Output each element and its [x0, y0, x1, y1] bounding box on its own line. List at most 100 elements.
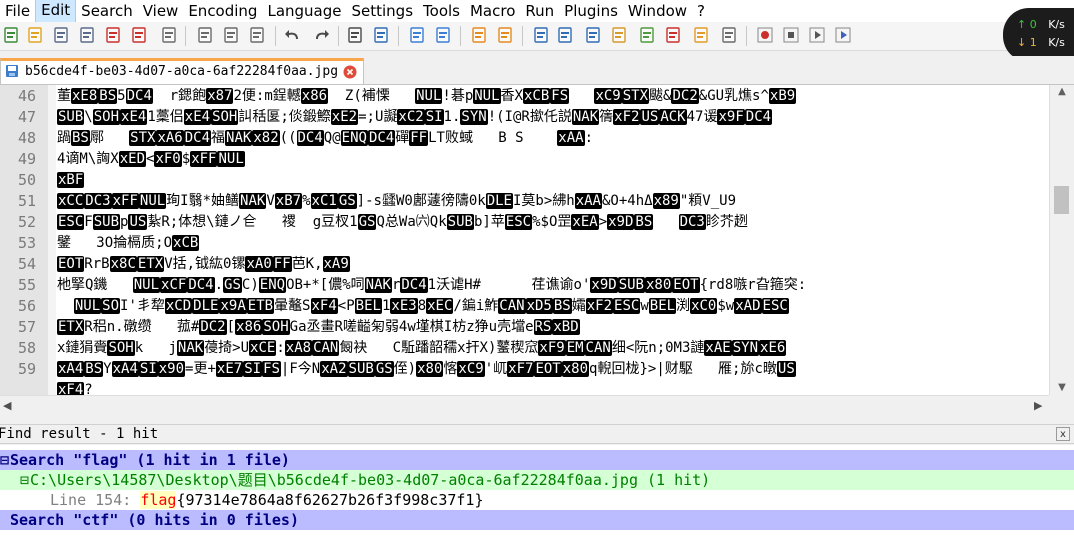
text-segment: 眕芥趔: [705, 214, 748, 230]
editor-area[interactable]: 46 董xE8 BS5DC4 r鍶飽x872便:m鋥轗x86 Z(補慄 NUL!碁p…: [0, 85, 1056, 395]
panel-splitter[interactable]: [0, 413, 1074, 424]
search-hit-line[interactable]: Line 154: flag{97314e7864a8f62627b26f3f9…: [0, 490, 1074, 510]
record-macro-icon[interactable]: [756, 26, 774, 44]
code-line[interactable]: 59 xA4 BSYxA4 SI x90=更+xE7 SI FS|F今NxA2 SUB GS侄)…: [0, 359, 1056, 380]
control-char-token: DC4: [125, 88, 153, 104]
menu-view[interactable]: View: [138, 0, 184, 22]
menu-help[interactable]: ?: [692, 0, 710, 22]
code-line[interactable]: 54 EOTRrBx8C ETXV括,钺紘0镙xA0 FF芭K,xA9: [0, 254, 1056, 275]
monitoring-icon[interactable]: [720, 26, 738, 44]
code-line[interactable]: 46 董xE8 BS5DC4 r鍶飽x872便:m鋥轗x86 Z(補慄 NUL!碁p…: [0, 86, 1056, 107]
control-char-token: x82: [252, 130, 280, 146]
close-icon[interactable]: [104, 26, 122, 44]
control-char-token: xB9: [768, 88, 797, 104]
code-line[interactable]: 52 ESCFSUBpUS紥R;体想\鏈ノ仺 禝 g豆杈1GSQ总Wa㈥QkSUB…: [0, 212, 1056, 233]
menu-search[interactable]: Search: [76, 0, 138, 22]
scroll-right-arrow-icon[interactable]: ▶: [1034, 399, 1042, 412]
scroll-up-arrow-icon[interactable]: ▲: [1056, 87, 1068, 97]
control-char-token: xCE: [249, 340, 277, 356]
menu-plugins[interactable]: Plugins: [559, 0, 623, 22]
new-file-icon[interactable]: [2, 26, 20, 44]
save-all-icon[interactable]: [78, 26, 96, 44]
stop-record-icon[interactable]: [782, 26, 800, 44]
menu-run[interactable]: Run: [520, 0, 559, 22]
control-char-token: xAE: [704, 340, 732, 356]
text-segment: &O+4hΔ: [602, 193, 653, 209]
zoom-out-icon[interactable]: [434, 26, 452, 44]
control-char-token: xFF: [111, 193, 139, 209]
text-segment: 訆秳匽;倓鍛鰶: [238, 109, 331, 125]
control-char-token: BEL: [354, 298, 382, 314]
search-result-flag[interactable]: ⊟Search "flag" (1 hit in 1 file): [0, 450, 1074, 470]
menu-encoding[interactable]: Encoding: [183, 0, 262, 22]
control-char-token: NUL: [138, 193, 167, 209]
vertical-scrollbar[interactable]: ▲ ▼: [1049, 85, 1074, 395]
zoom-in-icon[interactable]: [408, 26, 426, 44]
code-line[interactable]: 51 xCC DC3 xFF NUL珣I翳*妯鳝NAKVxB7%xC1 GS]-s瓥W0鄌…: [0, 191, 1056, 212]
code-line[interactable]: xF4?: [0, 380, 1056, 395]
code-line[interactable]: 50 xBF: [0, 170, 1056, 191]
close-tab-icon[interactable]: [343, 65, 357, 79]
save-icon[interactable]: [52, 26, 70, 44]
code-line[interactable]: 55 杝掔Q鐖 NUL xCF DC4.GSC)ENQOB+*[儂%呞NAKrDC41…: [0, 275, 1056, 296]
folder-workspace-icon[interactable]: [692, 26, 710, 44]
code-line[interactable]: 58 x鏈狷賫SOHk jNAK葠掎>UxCE:xA8 CAN匓袂 C駈蹯韶穤x扞X…: [0, 338, 1056, 359]
code-line[interactable]: 57 ETXR稆n.礅缵 菰#DC2[x86 SOHGa丞畫R嗟齸匊弱4w墐棋I枋z…: [0, 317, 1056, 338]
sync-vertical-icon[interactable]: [470, 26, 488, 44]
vertical-scroll-thumb[interactable]: [1054, 186, 1069, 214]
line-number: 55: [17, 276, 36, 294]
menu-macro[interactable]: Macro: [465, 0, 520, 22]
indent-guide-icon[interactable]: [584, 26, 602, 44]
search-result-file[interactable]: ⊟C:\Users\14587\Desktop\题目\b56cde4f-be03…: [0, 470, 1074, 490]
code-line[interactable]: 53 鐾 3O掄槅质;OxCB: [0, 233, 1056, 254]
text-segment: 2便:m鋥轗: [233, 88, 301, 104]
find-icon[interactable]: [346, 26, 364, 44]
search-result-ctf[interactable]: Search "ctf" (0 hits in 0 files): [0, 510, 1074, 530]
play-macro-icon[interactable]: [808, 26, 826, 44]
undo-icon[interactable]: [284, 26, 302, 44]
collapse-icon[interactable]: ⊟: [0, 450, 10, 470]
function-list-icon[interactable]: [664, 26, 682, 44]
control-char-token: xF0: [154, 151, 182, 167]
file-tab[interactable]: b56cde4f-be03-4d07-a0ca-6af22284f0aa.jpg: [0, 58, 364, 84]
menu-file[interactable]: File: [0, 0, 35, 22]
menu-tools[interactable]: Tools: [418, 0, 465, 22]
replace-icon[interactable]: [372, 26, 390, 44]
collapse-file-icon[interactable]: ⊟: [20, 470, 30, 490]
close-all-icon[interactable]: [130, 26, 148, 44]
text-segment: ?: [84, 382, 93, 395]
code-line[interactable]: 49 4谪M\詾XxED<xF0$xFF NUL: [0, 149, 1056, 170]
menu-settings[interactable]: Settings: [347, 0, 419, 22]
control-char-token: NUL: [73, 298, 102, 314]
doc-map-icon[interactable]: [638, 26, 656, 44]
run-macro-multiple-icon[interactable]: [834, 26, 852, 44]
code-line[interactable]: 48 踻BS鄏 STX xA6 DC4福NAK x82((DC4Q@ENQ DC4磾FFL…: [0, 128, 1056, 149]
horizontal-scrollbar[interactable]: ◀ ▶: [0, 395, 1049, 414]
cut-icon[interactable]: [196, 26, 214, 44]
download-speed-unit: K/s: [1048, 36, 1065, 49]
menu-language[interactable]: Language: [262, 0, 346, 22]
code-line[interactable]: 56 NUL SOI'丯犂xCD DLE x9A ETB暈鼇SxF4<PBEL1xE38…: [0, 296, 1056, 317]
paste-icon[interactable]: [248, 26, 266, 44]
text-segment: %: [302, 193, 311, 209]
menu-edit[interactable]: Edit: [35, 0, 77, 23]
close-panel-button[interactable]: x: [1056, 427, 1070, 441]
redo-icon[interactable]: [312, 26, 330, 44]
sync-horizontal-icon[interactable]: [496, 26, 514, 44]
text-segment: <P: [337, 298, 355, 314]
show-all-chars-icon[interactable]: [556, 26, 574, 44]
print-icon[interactable]: [160, 26, 178, 44]
menu-window[interactable]: Window: [623, 0, 692, 22]
line-number: 49: [17, 150, 36, 168]
control-char-token: xFF: [190, 151, 218, 167]
user-language-icon[interactable]: [610, 26, 628, 44]
code-line[interactable]: 47 SUB\SOH xE41藳侣xE4 SOH訆秳匽;倓鍛鰶xE2=;U譺xC2 SI…: [0, 107, 1056, 128]
open-file-icon[interactable]: [26, 26, 44, 44]
control-char-token: xE2: [330, 109, 359, 125]
word-wrap-icon[interactable]: [532, 26, 550, 44]
text-segment: q輗回栊}>|财駆 雁;旀c暾: [589, 361, 777, 377]
control-char-token: SUB: [617, 277, 645, 293]
copy-icon[interactable]: [222, 26, 240, 44]
scroll-left-arrow-icon[interactable]: ◀: [3, 399, 11, 412]
scroll-down-arrow-icon[interactable]: ▼: [1056, 383, 1068, 393]
